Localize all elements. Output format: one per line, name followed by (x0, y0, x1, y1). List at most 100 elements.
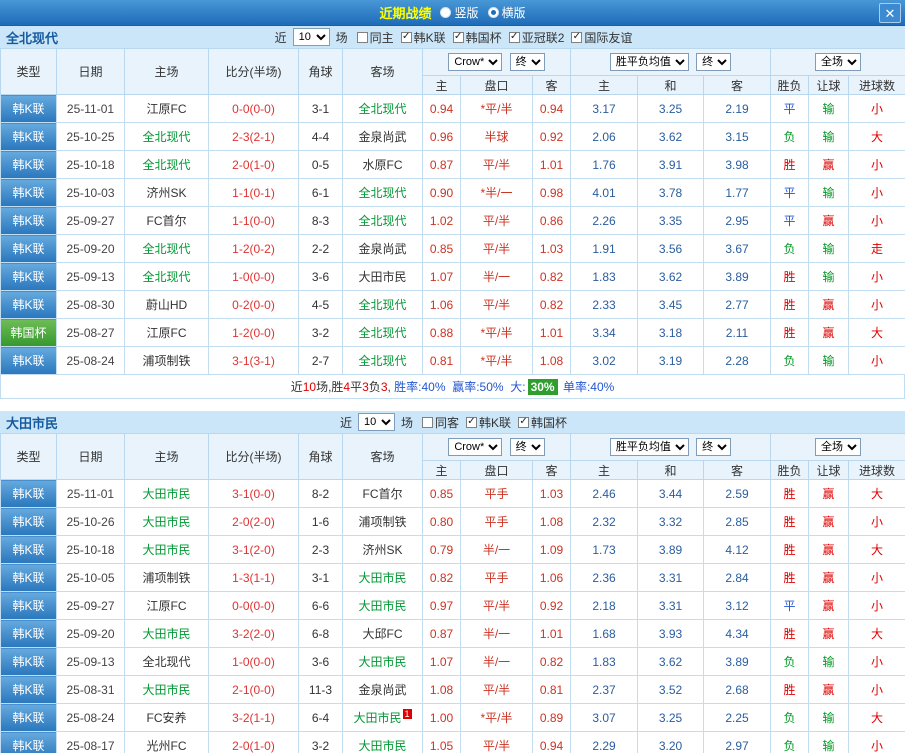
ah-line: 平/半 (460, 675, 533, 704)
filter-option[interactable]: 韩K联 (400, 29, 446, 46)
radio-selected-icon[interactable] (487, 7, 499, 18)
checkbox-icon[interactable] (452, 31, 464, 43)
subcol-result: 胜负 (770, 75, 810, 95)
recent-results-window: 近期战绩 竖版 横版 ✕ 全北现代 近10场同主韩K联韩国杯亚冠联2国际友谊 (0, 0, 905, 753)
corner-score: 3-1 (298, 563, 343, 592)
euro-time-select[interactable]: 终 (696, 53, 732, 71)
card-badge: 1 (402, 709, 412, 719)
titlebar: 近期战绩 竖版 横版 ✕ (0, 0, 905, 26)
home-team: 江原FC (124, 591, 209, 620)
handicap-result: 输 (808, 731, 850, 753)
home-team: 江原FC (124, 318, 209, 347)
goals-result: 大 (848, 703, 905, 732)
handicap-result: 输 (808, 703, 850, 732)
checkbox-icon[interactable] (571, 31, 583, 43)
games-label: 场 (335, 30, 348, 45)
euro-away-odds: 3.98 (702, 150, 772, 179)
scope-select[interactable]: 全场 (815, 53, 862, 71)
summary-segment: 3 (380, 379, 388, 394)
corner-score: 6-6 (298, 591, 343, 620)
away-team: 全北现代 (342, 206, 423, 235)
odds-time-select[interactable]: 终 (509, 53, 545, 71)
table-row: 韩K联 25-11-01 江原FC 0-0(0-0) 3-1 全北现代 0.94 *平/半 0.… (0, 94, 905, 123)
checkbox-icon[interactable] (518, 416, 530, 428)
filter-option[interactable]: 亚冠联2 (508, 29, 564, 46)
away-team: 大田市民 (342, 731, 423, 753)
filter-option[interactable]: 韩国杯 (452, 29, 502, 46)
corner-score: 11-3 (298, 675, 343, 704)
ah-away-odds: 1.09 (532, 535, 571, 564)
checkbox-icon[interactable] (508, 31, 520, 43)
euro-avg-select[interactable]: 胜平负均值 (609, 438, 689, 456)
handicap-result: 赢 (808, 290, 850, 319)
score: 1-2(0-0) (208, 318, 299, 347)
euro-away-odds: 2.28 (702, 346, 772, 375)
result: 胜 (770, 619, 810, 648)
filter-option[interactable]: 同主 (356, 29, 394, 46)
handicap-result: 赢 (808, 535, 850, 564)
layout-horizontal-option[interactable]: 横版 (487, 4, 526, 21)
ah-away-odds: 0.92 (532, 591, 571, 620)
checkbox-icon[interactable] (356, 31, 368, 43)
subcol-eu-draw: 和 (637, 75, 704, 95)
corner-score: 2-3 (298, 535, 343, 564)
filter-option[interactable]: 同客 (421, 414, 459, 431)
table-row: 韩K联 25-10-05 浦项制铁 1-3(1-1) 3-1 大田市民 0.82 平手 1.06… (0, 563, 905, 592)
odds-source-select[interactable]: Crow* (448, 438, 503, 456)
ah-line: 平/半 (460, 150, 533, 179)
ah-away-odds: 0.94 (532, 731, 571, 753)
ah-home-odds: 0.85 (422, 234, 461, 263)
scope-select[interactable]: 全场 (815, 438, 862, 456)
ah-line: 平/半 (460, 731, 533, 753)
match-date: 25-11-01 (56, 479, 125, 508)
layout-vertical-option[interactable]: 竖版 (440, 4, 479, 21)
handicap-result: 输 (808, 122, 850, 151)
away-team: FC首尔 (342, 479, 423, 508)
checkbox-icon[interactable] (466, 416, 477, 428)
league-type-badge: 韩K联 (0, 563, 57, 592)
table-row: 韩K联 25-11-01 大田市民 3-1(0-0) 8-2 FC首尔 0.85 平手 1.03… (0, 479, 905, 508)
home-team: 大田市民 (124, 675, 209, 704)
league-type-badge: 韩国杯 (0, 318, 57, 347)
summary-segment: 大: (503, 380, 526, 394)
result: 负 (770, 703, 810, 732)
corner-score: 0-5 (298, 150, 343, 179)
euro-draw-odds: 3.62 (637, 122, 704, 151)
checkbox-icon[interactable] (400, 31, 412, 43)
table-row: 韩K联 25-09-13 全北现代 1-0(0-0) 3-6 大田市民 1.07 半/一 0.8… (0, 647, 905, 676)
euro-home-odds: 4.01 (570, 178, 638, 207)
filter-option[interactable]: 韩国杯 (518, 414, 567, 431)
euro-avg-select[interactable]: 胜平负均值 (609, 53, 689, 71)
goals-result: 大 (848, 535, 905, 564)
subcol-ah-away: 客 (532, 75, 571, 95)
page-title: 近期战绩 (379, 6, 432, 21)
radio-unselected-icon[interactable] (440, 7, 452, 18)
euro-time-select[interactable]: 终 (696, 438, 732, 456)
checkbox-icon[interactable] (421, 416, 433, 428)
ah-away-odds: 1.03 (532, 479, 571, 508)
euro-home-odds: 1.68 (570, 619, 638, 648)
table-row: 韩K联 25-10-03 济州SK 1-1(0-1) 6-1 全北现代 0.90 *半/一 0.… (0, 178, 905, 207)
corner-score: 6-1 (298, 178, 343, 207)
league-type-badge: 韩K联 (0, 703, 57, 732)
filter-option[interactable]: 韩K联 (466, 414, 511, 431)
filter-option-label: 韩K联 (413, 30, 446, 45)
close-button[interactable]: ✕ (879, 3, 901, 23)
odds-source-select[interactable]: Crow* (448, 53, 503, 71)
away-team: 金泉尚武 (342, 234, 423, 263)
goals-result: 小 (848, 563, 905, 592)
filter-option[interactable]: 国际友谊 (571, 29, 632, 46)
odds-time-select[interactable]: 终 (509, 438, 545, 456)
ah-away-odds: 0.82 (532, 290, 571, 319)
summary-segment: 平 (350, 380, 363, 394)
match-date: 25-09-27 (56, 206, 125, 235)
score: 3-1(3-1) (208, 346, 299, 375)
euro-home-odds: 2.26 (570, 206, 638, 235)
col-date: 日期 (56, 48, 125, 95)
games-label: 场 (400, 415, 413, 430)
recent-count-select[interactable]: 10 (357, 413, 395, 431)
euro-home-odds: 2.46 (570, 479, 638, 508)
home-team: 全北现代 (124, 262, 209, 291)
recent-count-select[interactable]: 10 (292, 28, 330, 46)
euro-away-odds: 4.34 (702, 619, 772, 648)
